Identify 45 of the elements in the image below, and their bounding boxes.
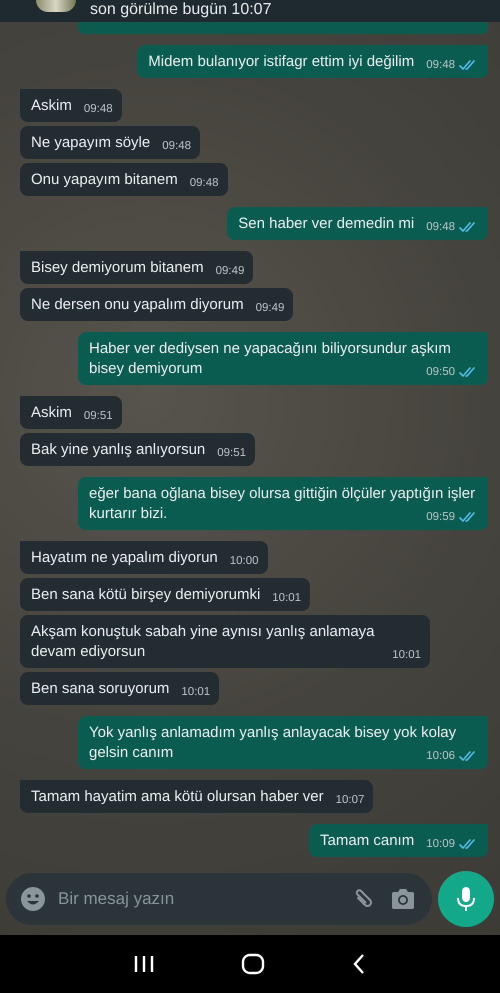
avatar[interactable] bbox=[36, 0, 76, 12]
message-time: 09:49 bbox=[216, 264, 244, 278]
received-message[interactable]: Askim 09:51 bbox=[20, 396, 122, 429]
message-time: 09:48 bbox=[426, 220, 455, 234]
received-message[interactable]: Hayatım ne yapalım diyorun 10:00 bbox=[20, 541, 268, 574]
sent-message[interactable]: Tamam canım 10:09 bbox=[309, 824, 488, 857]
microphone-icon bbox=[455, 885, 477, 913]
sent-message[interactable]: Yok yanlış anlamadım yanlış anlayacak bisey yok kolay gelsin canım 10:06 bbox=[78, 716, 488, 769]
message-time: 10:01 bbox=[392, 648, 421, 662]
sent-message[interactable]: Midem bulanıyor istifagr ettim iyi değilim 09:48 bbox=[137, 45, 488, 78]
message-time: 09:48 bbox=[190, 176, 219, 190]
sent-message[interactable]: Sen haber ver demedin mi 09:48 bbox=[227, 207, 488, 240]
camera-icon[interactable] bbox=[390, 887, 416, 911]
sent-message[interactable]: eğer bana oğlana bisey olursa gittiğin ölçüler yaptığın işler kurtarır bizi. 09:59 bbox=[78, 477, 488, 530]
received-message[interactable]: Bisey demiyorum bitanem 09:49 bbox=[20, 251, 254, 284]
emoji-icon[interactable] bbox=[20, 886, 46, 912]
message-time: 09:48 bbox=[84, 102, 113, 116]
message-time: 09:48 bbox=[162, 139, 191, 153]
message-input-field[interactable]: Bir mesaj yazın bbox=[6, 873, 432, 925]
received-message[interactable]: Bak yine yanlış anlıyorsun 09:51 bbox=[20, 433, 256, 466]
received-message[interactable]: Onu yapayım bitanem 09:48 bbox=[20, 163, 228, 196]
received-message[interactable]: Ben sana kötü birşey demiyorumki 10:01 bbox=[20, 578, 310, 611]
received-message[interactable]: Ne yapayım söyle 09:48 bbox=[20, 126, 200, 159]
back-icon[interactable] bbox=[351, 953, 367, 975]
message-time: 09:51 bbox=[217, 446, 246, 460]
message-time: 09:48 bbox=[426, 58, 455, 72]
received-message[interactable]: Akşam konuştuk sabah yine aynısı yanlış anlamaya devam ediyorsun 10:01 bbox=[20, 615, 430, 668]
message-time: 10:00 bbox=[230, 554, 259, 568]
last-seen-status: son görülme bugün 10:07 bbox=[90, 2, 272, 20]
message-time: 09:49 bbox=[256, 301, 284, 315]
received-message[interactable]: Ne dersen onu yapalım diyorum 09:49 bbox=[20, 288, 294, 321]
message-time: 10:09 bbox=[426, 837, 455, 851]
sent-message[interactable]: Haber ver dediysen ne yapacağını biliyorsundur aşkım bisey demiyorum 09:50 bbox=[78, 332, 488, 385]
received-message[interactable]: Ben sana soruyorum 10:01 bbox=[20, 672, 220, 705]
received-message[interactable]: Askim 09:48 bbox=[20, 89, 122, 122]
received-message[interactable]: Tamam hayatim ama kötü olursan haber ver 10:07 bbox=[20, 780, 374, 813]
message-time: 09:51 bbox=[84, 409, 113, 423]
message-time: 10:01 bbox=[272, 591, 302, 605]
message-time: 10:07 bbox=[336, 793, 364, 807]
message-time: 10:01 bbox=[181, 685, 210, 699]
message-time: 09:50 bbox=[426, 365, 455, 379]
message-time: 09:59 bbox=[426, 510, 455, 524]
message-time: 10:06 bbox=[426, 749, 455, 763]
home-icon[interactable] bbox=[241, 953, 265, 975]
recent-apps-icon[interactable] bbox=[133, 954, 155, 974]
